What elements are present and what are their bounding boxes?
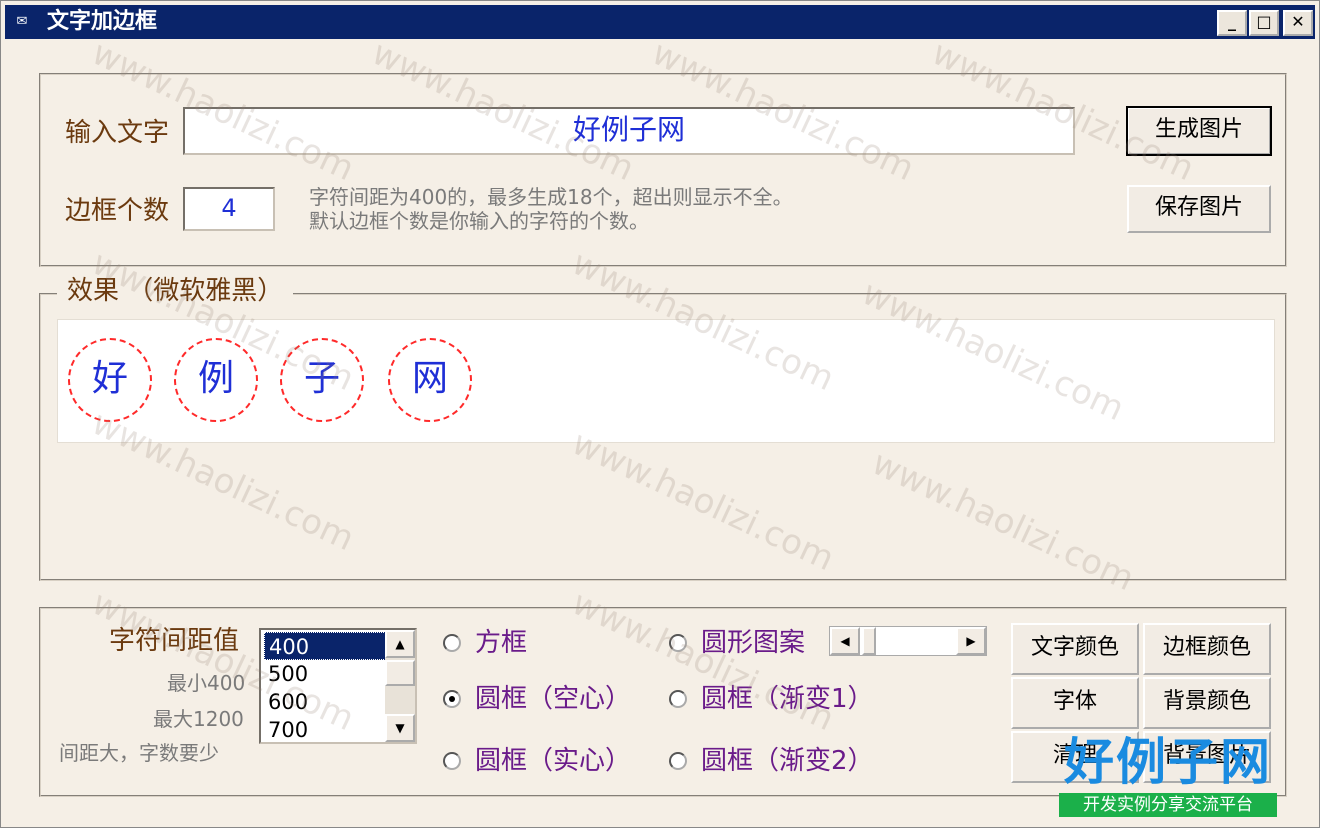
input-text-label: 输入文字: [65, 118, 170, 148]
radio-indicator: [669, 752, 687, 770]
input-group: [39, 73, 1287, 267]
text-color-button[interactable]: 文字颜色: [1011, 623, 1139, 675]
logo-subtitle: 开发实例分享交流平台: [1059, 793, 1277, 817]
generate-image-button[interactable]: 生成图片: [1126, 106, 1272, 156]
radio-label: 圆框（渐变1）: [701, 684, 874, 714]
radio-indicator: [443, 634, 461, 652]
effect-legend: 效果 （微软雅黑）: [57, 275, 294, 307]
title-bar[interactable]: ✉ 文字加边框 _ □ ✕: [5, 5, 1315, 39]
radio-indicator: [443, 690, 461, 708]
scroll-thumb[interactable]: [385, 660, 415, 686]
preview-char-1: 好: [68, 338, 152, 422]
radio-label: 圆框（空心）: [475, 684, 632, 714]
font-button[interactable]: 字体: [1011, 677, 1139, 729]
pattern-scrollbar[interactable]: ◀ ▶: [829, 626, 987, 656]
radio-label: 圆框（实心）: [475, 746, 632, 776]
preview-char-3: 子: [280, 338, 364, 422]
preview-area: 好 例 子 网: [57, 319, 1275, 443]
logo-title: 好例子网: [1064, 733, 1272, 791]
border-count-label: 边框个数: [65, 196, 170, 226]
spacing-max-hint: 最大1200: [153, 707, 244, 731]
border-count-input[interactable]: 4: [183, 187, 275, 231]
hint-line-1: 字符间距为400的，最多生成18个，超出则显示不全。: [309, 185, 793, 209]
radio-indicator: [669, 690, 687, 708]
main-window: ✉ 文字加边框 _ □ ✕ 输入文字 好例子网 边框个数 4 字符间距为400的…: [0, 0, 1320, 828]
radio-label: 圆框（渐变2）: [701, 746, 874, 776]
radio-label: 方框: [475, 628, 528, 658]
save-image-button[interactable]: 保存图片: [1127, 185, 1271, 233]
spacing-option[interactable]: 400: [264, 632, 386, 660]
spacing-option[interactable]: 700: [264, 716, 386, 744]
spacing-option[interactable]: 600: [264, 688, 386, 716]
preview-char-4: 网: [388, 338, 472, 422]
scroll-left-icon[interactable]: ◀: [830, 627, 860, 655]
spacing-option[interactable]: 500: [264, 660, 386, 688]
border-color-button[interactable]: 边框颜色: [1143, 623, 1271, 675]
radio-indicator: [669, 634, 687, 652]
window-title: 文字加边框: [47, 9, 158, 34]
spacing-label: 字符间距值: [109, 626, 240, 656]
scroll-thumb[interactable]: [862, 627, 876, 655]
spacing-listbox[interactable]: 400 500 600 700 ▲ ▼: [259, 628, 417, 744]
app-icon[interactable]: ✉: [13, 13, 31, 31]
scroll-right-icon[interactable]: ▶: [956, 627, 986, 655]
background-color-button[interactable]: 背景颜色: [1143, 677, 1271, 729]
minimize-button[interactable]: _: [1217, 10, 1247, 36]
spacing-min-hint: 最小400: [167, 671, 246, 695]
listbox-scrollbar[interactable]: ▲ ▼: [385, 630, 415, 742]
radio-label: 圆形图案: [701, 628, 806, 658]
close-button[interactable]: ✕: [1283, 10, 1313, 36]
preview-char-2: 例: [174, 338, 258, 422]
radio-indicator: [443, 752, 461, 770]
site-logo: 好例子网 开发实例分享交流平台: [1057, 733, 1279, 823]
spacing-note: 间距大，字数要少: [59, 741, 219, 765]
scroll-down-icon[interactable]: ▼: [385, 714, 415, 742]
hint-line-2: 默认边框个数是你输入的字符的个数。: [309, 209, 649, 233]
scroll-up-icon[interactable]: ▲: [385, 630, 415, 658]
text-input[interactable]: 好例子网: [183, 107, 1075, 155]
maximize-button[interactable]: □: [1249, 10, 1279, 36]
